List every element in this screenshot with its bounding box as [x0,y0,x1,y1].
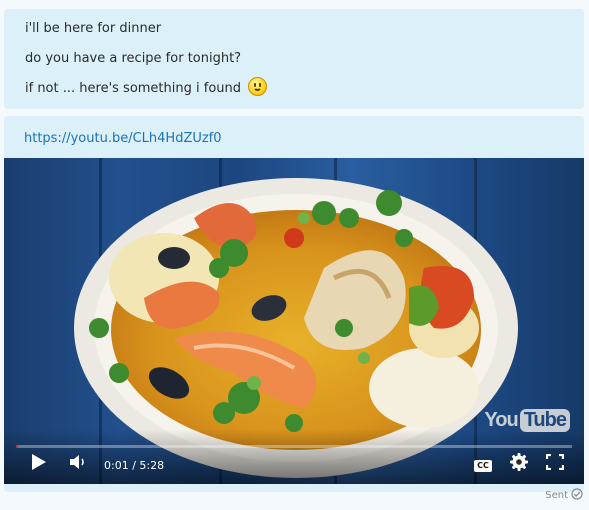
play-icon[interactable] [32,454,46,474]
video-player[interactable]: You Tube 0:01 / 5:28 CC [4,158,584,484]
sent-label: Sent [545,490,568,501]
settings-gear-icon[interactable] [510,453,528,475]
progress-bar[interactable] [16,445,572,448]
sent-status: Sent [545,488,583,503]
message-line: do you have a recipe for tonight? [25,51,242,66]
progress-fill [16,445,19,448]
message-line: i'll be here for dinner [25,21,162,36]
youtube-logo-you: You [484,409,518,431]
message-line: if not ... here's something i found [25,77,584,109]
message-line-text: if not ... here's something i found [25,81,242,96]
fullscreen-icon[interactable] [545,453,565,474]
cc-label: CC [474,460,492,472]
cc-icon[interactable]: CC [474,460,492,472]
message-bubble-text: i'll be here for dinner do you have a re… [4,9,584,109]
youtube-logo-tube: Tube [519,409,570,432]
video-link[interactable]: https://youtu.be/CLh4HdZUzf0 [24,131,222,146]
smiley-face-icon [248,77,268,96]
youtube-logo[interactable]: You Tube [484,409,570,432]
check-circle-icon [571,488,583,503]
controls-gradient [4,429,584,484]
volume-icon[interactable] [70,454,88,474]
time-display: 0:01 / 5:28 [104,459,165,472]
